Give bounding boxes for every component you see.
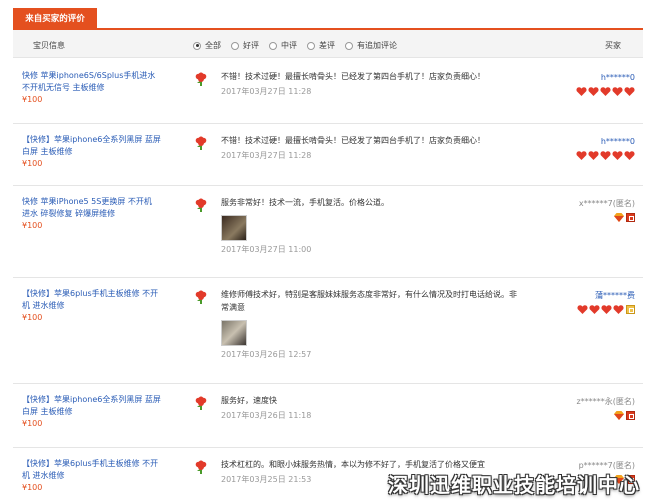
buyer-info: h******0 bbox=[575, 72, 635, 96]
item-price: ¥100 bbox=[22, 159, 43, 168]
item-title-link[interactable]: 【快修】苹果6plus手机主板维修 不开机 进水维修 bbox=[22, 458, 162, 482]
radio-icon[interactable] bbox=[345, 41, 353, 50]
filter-neutral[interactable]: 中评 bbox=[269, 40, 297, 51]
heart-icon bbox=[624, 86, 635, 96]
buyer-rank-hearts bbox=[575, 150, 635, 160]
review-content: 不错！技术过硬！最擅长啃骨头！已经发了第四台手机了！店家负责细心！ 2017年0… bbox=[221, 70, 531, 98]
buyer-info: x******7(匿名) bbox=[579, 198, 635, 222]
tab-buyer-reviews[interactable]: 来自买家的评价 bbox=[13, 8, 97, 30]
item-info: 【快修】苹果6plus手机主板维修 不开机 进水维修 ¥100 bbox=[22, 458, 162, 494]
item-price: ¥100 bbox=[22, 419, 43, 428]
review-text: 服务好，速度快 bbox=[221, 396, 277, 405]
buyer-info: 蒲******费 bbox=[576, 290, 635, 314]
heart-icon bbox=[601, 304, 612, 314]
buyer-name-link[interactable]: 蒲******费 bbox=[576, 290, 635, 302]
review-content: 服务好，速度快 2017年03月26日 11:18 bbox=[221, 394, 531, 422]
filter-bad[interactable]: 差评 bbox=[307, 40, 335, 51]
watermark-text: 深圳迅维职业技能培训中心 bbox=[388, 473, 640, 497]
item-title-link[interactable]: 【快修】苹果iphone6全系列黑屏 蓝屏 白屏 主板维修 bbox=[22, 394, 162, 418]
review-row: 快修 苹果iPhone5 5S更换屏 不开机 进水 碎裂修复 碎爆屏维修 ¥10… bbox=[13, 186, 643, 278]
radio-icon[interactable] bbox=[193, 41, 201, 50]
review-text: 服务非常好！技术一流，手机复活。价格公道。 bbox=[221, 198, 389, 207]
good-rating-flower-icon bbox=[195, 396, 207, 410]
buyer-rank bbox=[579, 212, 635, 222]
review-content: 不错！技术过硬！最擅长啃骨头！已经发了第四台手机了！店家负责细心！ 2017年0… bbox=[221, 134, 531, 162]
item-info: 快修 苹果iPhone5 5S更换屏 不开机 进水 碎裂修复 碎爆屏维修 ¥10… bbox=[22, 196, 162, 232]
heart-icon bbox=[600, 86, 611, 96]
good-rating-flower-icon bbox=[195, 72, 207, 86]
heart-icon bbox=[577, 304, 588, 314]
review-date: 2017年03月27日 11:28 bbox=[221, 151, 312, 160]
buyer-rank-hearts bbox=[576, 304, 635, 314]
item-price: ¥100 bbox=[22, 313, 43, 322]
buyer-name: x******7(匿名) bbox=[578, 199, 635, 208]
heart-icon bbox=[612, 86, 623, 96]
review-filter-group: 全部 好评 中评 差评 有追加评论 bbox=[193, 40, 407, 51]
review-date: 2017年03月27日 11:00 bbox=[221, 245, 312, 254]
review-content: 维修师傅技术好，特别是客服妹妹服务态度非常好，有什么情况及时打电话给说。非常满意… bbox=[221, 288, 521, 361]
buyer-info: h******0 bbox=[575, 136, 635, 160]
radio-icon[interactable] bbox=[307, 41, 315, 50]
header-item-info: 宝贝信息 bbox=[33, 41, 65, 50]
buyer-name-link[interactable]: h******0 bbox=[575, 72, 635, 84]
item-title-link[interactable]: 【快修】苹果6plus手机主板维修 不开机 进水维修 bbox=[22, 288, 162, 312]
filter-followup[interactable]: 有追加评论 bbox=[345, 40, 397, 51]
review-photo-thumbnail[interactable] bbox=[221, 215, 247, 241]
good-rating-flower-icon bbox=[195, 198, 207, 212]
diamond-icon bbox=[614, 410, 624, 420]
good-rating-flower-icon bbox=[195, 136, 207, 150]
review-content: 服务非常好！技术一流，手机复活。价格公道。 2017年03月27日 11:00 bbox=[221, 196, 531, 256]
review-tabbar: 来自买家的评价 bbox=[13, 8, 643, 30]
buyer-name: z******永(匿名) bbox=[576, 397, 635, 406]
item-title-link[interactable]: 快修 苹果iphone6S/6Splus手机进水不开机无信号 主板维修 bbox=[22, 70, 162, 94]
review-date: 2017年03月26日 12:57 bbox=[221, 350, 312, 359]
good-rating-flower-icon bbox=[195, 460, 207, 474]
buyer-rank bbox=[577, 410, 635, 420]
filter-all[interactable]: 全部 bbox=[193, 40, 221, 51]
item-price: ¥100 bbox=[22, 221, 43, 230]
item-info: 【快修】苹果6plus手机主板维修 不开机 进水维修 ¥100 bbox=[22, 288, 162, 324]
review-date: 2017年03月26日 11:18 bbox=[221, 411, 312, 420]
heart-icon bbox=[589, 304, 600, 314]
review-row: 【快修】苹果6plus手机主板维修 不开机 进水维修 ¥100 维修师傅技术好，… bbox=[13, 278, 643, 384]
diamond-icon bbox=[614, 212, 624, 222]
good-rating-flower-icon bbox=[195, 290, 207, 304]
verified-badge-icon bbox=[626, 410, 635, 420]
heart-icon bbox=[613, 304, 624, 314]
radio-icon[interactable] bbox=[231, 41, 239, 50]
heart-icon bbox=[576, 86, 587, 96]
buyer-info: z******永(匿名) bbox=[577, 396, 635, 420]
review-row: 【快修】苹果iphone6全系列黑屏 蓝屏 白屏 主板维修 ¥100 不错！技术… bbox=[13, 124, 643, 186]
review-row: 快修 苹果iphone6S/6Splus手机进水不开机无信号 主板维修 ¥100… bbox=[13, 60, 643, 124]
heart-icon bbox=[600, 150, 611, 160]
review-row: 【快修】苹果iphone6全系列黑屏 蓝屏 白屏 主板维修 ¥100 服务好，速… bbox=[13, 384, 643, 448]
heart-icon bbox=[588, 150, 599, 160]
buyer-name-link[interactable]: h******0 bbox=[575, 136, 635, 148]
heart-icon bbox=[576, 150, 587, 160]
item-title-link[interactable]: 【快修】苹果iphone6全系列黑屏 蓝屏 白屏 主板维修 bbox=[22, 134, 162, 158]
verified-badge-icon bbox=[626, 304, 635, 314]
heart-icon bbox=[612, 150, 623, 160]
item-title-link[interactable]: 快修 苹果iPhone5 5S更换屏 不开机 进水 碎裂修复 碎爆屏维修 bbox=[22, 196, 162, 220]
review-table-header: 宝贝信息 全部 好评 中评 差评 有追加评论 买家 bbox=[13, 30, 643, 58]
review-text: 不错！技术过硬！最擅长啃骨头！已经发了第四台手机了！店家负责细心！ bbox=[221, 136, 485, 145]
heart-icon bbox=[624, 150, 635, 160]
verified-badge-icon bbox=[626, 212, 635, 222]
review-text: 不错！技术过硬！最擅长啃骨头！已经发了第四台手机了！店家负责细心！ bbox=[221, 72, 485, 81]
buyer-rank-hearts bbox=[575, 86, 635, 96]
header-buyer: 买家 bbox=[605, 41, 621, 50]
item-price: ¥100 bbox=[22, 95, 43, 104]
review-photo-thumbnail[interactable] bbox=[221, 320, 247, 346]
review-date: 2017年03月27日 11:28 bbox=[221, 87, 312, 96]
item-info: 快修 苹果iphone6S/6Splus手机进水不开机无信号 主板维修 ¥100 bbox=[22, 70, 162, 106]
filter-good[interactable]: 好评 bbox=[231, 40, 259, 51]
heart-icon bbox=[588, 86, 599, 96]
item-info: 【快修】苹果iphone6全系列黑屏 蓝屏 白屏 主板维修 ¥100 bbox=[22, 134, 162, 170]
radio-icon[interactable] bbox=[269, 41, 277, 50]
review-text: 维修师傅技术好，特别是客服妹妹服务态度非常好，有什么情况及时打电话给说。非常满意 bbox=[221, 290, 517, 312]
item-info: 【快修】苹果iphone6全系列黑屏 蓝屏 白屏 主板维修 ¥100 bbox=[22, 394, 162, 430]
item-price: ¥100 bbox=[22, 483, 43, 492]
